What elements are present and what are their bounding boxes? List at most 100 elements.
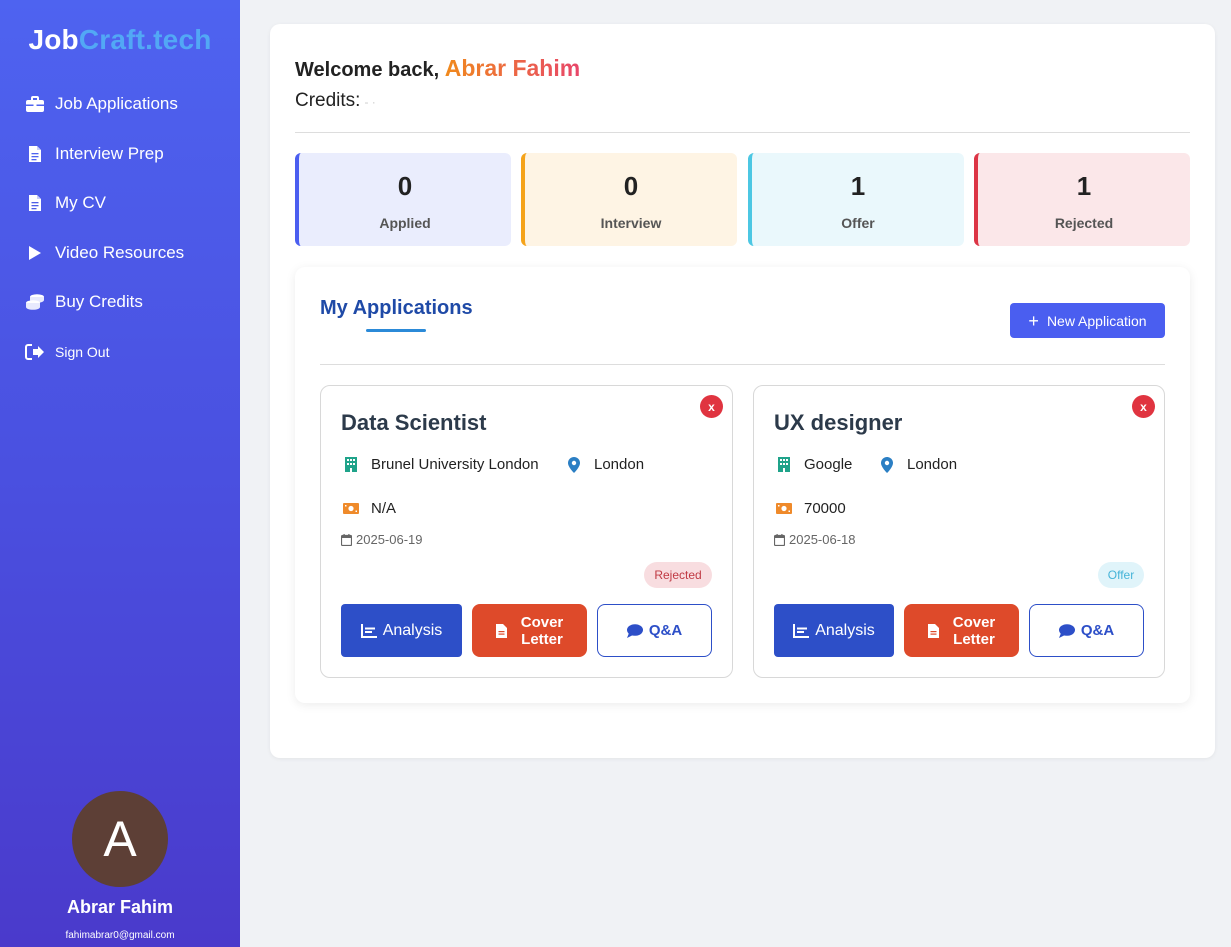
qa-button[interactable]: Q&A — [1029, 604, 1144, 657]
company-name: Brunel University London — [371, 456, 539, 473]
sidebar-item-buy-credits[interactable]: Buy Credits — [0, 288, 240, 316]
sidebar-item-job-applications[interactable]: Job Applications — [0, 90, 240, 118]
sidebar-item-sign-out[interactable]: Sign Out — [0, 338, 240, 366]
delete-job-button[interactable]: x — [1132, 395, 1155, 418]
applications-section: My Applications + New Application x Data… — [295, 267, 1190, 703]
stat-card-applied: 0 Applied — [295, 153, 511, 246]
location-pin-icon — [877, 456, 897, 473]
analysis-button[interactable]: Analysis — [774, 604, 894, 657]
user-email: fahimabrar0@gmail.com — [65, 930, 175, 941]
stat-value: 1 — [1076, 171, 1092, 201]
divider — [295, 132, 1190, 133]
analysis-button[interactable]: Analysis — [341, 604, 462, 657]
money-icon — [341, 503, 361, 514]
sidebar-nav: Job Applications Interview Prep My CV Vi… — [0, 90, 240, 388]
welcome-prefix: Welcome back, — [295, 59, 440, 81]
qa-label: Q&A — [648, 622, 683, 639]
cover-letter-line1: Cover — [520, 613, 564, 631]
stat-label: Rejected — [1054, 215, 1114, 231]
status-badge: Rejected — [644, 562, 712, 588]
calendar-icon — [774, 533, 785, 546]
credits-label: Credits: — [295, 90, 361, 111]
job-card: x UX designer Google London 70000 2025-0… — [753, 385, 1165, 678]
job-salary: 70000 — [774, 500, 846, 517]
job-company: Google — [774, 456, 852, 473]
status-badge: Offer — [1098, 562, 1144, 588]
stat-label: Applied — [379, 215, 431, 231]
credits-display: Credits: - · — [295, 90, 376, 112]
coins-icon — [24, 291, 46, 313]
salary-value: N/A — [371, 500, 397, 517]
new-application-button[interactable]: + New Application — [1010, 303, 1165, 338]
chart-icon — [360, 623, 377, 638]
stat-label: Offer — [841, 215, 875, 231]
stat-card-rejected: 1 Rejected — [974, 153, 1190, 246]
main-panel: Welcome back, Abrar Fahim Credits: - · 0 … — [270, 24, 1215, 758]
sidebar-item-label: Job Applications — [55, 94, 178, 113]
avatar[interactable]: A — [72, 791, 168, 887]
cover-letter-label: Cover Letter — [521, 614, 564, 648]
plus-icon: + — [1028, 310, 1039, 331]
job-salary: N/A — [341, 500, 396, 517]
building-icon — [774, 457, 794, 472]
user-name: Abrar Fahim — [66, 897, 174, 917]
money-icon — [774, 503, 794, 514]
job-date: 2025-06-19 — [341, 532, 423, 547]
job-location: London — [564, 456, 644, 473]
sidebar-item-interview-prep[interactable]: Interview Prep — [0, 140, 240, 168]
cover-letter-line1: Cover — [952, 613, 996, 631]
job-title: Data Scientist — [341, 410, 487, 435]
sidebar-item-my-cv[interactable]: My CV — [0, 189, 240, 217]
cover-letter-line2: Letter — [521, 630, 563, 648]
sidebar-item-label: Video Resources — [55, 242, 185, 262]
qa-button[interactable]: Q&A — [597, 604, 712, 657]
calendar-icon — [341, 533, 352, 546]
welcome-user-name: Abrar Fahim — [444, 55, 581, 81]
stat-value: 0 — [397, 171, 413, 201]
job-location: London — [877, 456, 957, 473]
chat-bubble-icon — [1058, 623, 1075, 638]
document-icon — [927, 623, 939, 638]
briefcase-icon — [24, 93, 46, 115]
qa-label: Q&A — [1080, 622, 1115, 639]
cover-letter-label: Cover Letter — [953, 614, 996, 648]
document-icon — [24, 192, 46, 214]
stat-card-interview: 0 Interview — [521, 153, 737, 246]
brand-logo[interactable]: JobCraft.tech — [0, 24, 240, 56]
document-icon — [24, 143, 46, 165]
sidebar-item-label: Interview Prep — [55, 143, 164, 163]
analysis-label: Analysis — [382, 621, 443, 639]
sidebar-item-label: Buy Credits — [55, 292, 143, 312]
sidebar-item-video-resources[interactable]: Video Resources — [0, 239, 240, 267]
location-pin-icon — [564, 456, 584, 473]
date-value: 2025-06-19 — [356, 532, 423, 547]
job-date: 2025-06-18 — [774, 532, 856, 547]
stat-card-offer: 1 Offer — [748, 153, 964, 246]
cover-letter-line2: Letter — [953, 630, 995, 648]
cover-letter-button[interactable]: Cover Letter — [472, 604, 587, 657]
brand-part-job: Job — [28, 24, 79, 55]
stat-label: Interview — [600, 215, 662, 231]
sidebar-item-label: My CV — [55, 193, 106, 213]
welcome-heading: Welcome back, Abrar Fahim — [295, 55, 580, 82]
divider — [320, 364, 1165, 365]
location-name: London — [907, 456, 958, 473]
applications-title: My Applications — [320, 297, 473, 319]
title-underline — [366, 329, 426, 332]
brand-part-craft: Craft.tech — [78, 24, 212, 55]
analysis-label: Analysis — [815, 621, 875, 639]
cover-letter-button[interactable]: Cover Letter — [904, 604, 1019, 657]
delete-job-button[interactable]: x — [700, 395, 723, 418]
salary-value: 70000 — [804, 500, 846, 517]
company-name: Google — [804, 456, 853, 473]
job-title: UX designer — [774, 410, 903, 435]
sign-out-icon — [24, 341, 46, 363]
sidebar-item-label: Sign Out — [55, 343, 110, 360]
chat-bubble-icon — [626, 623, 643, 638]
location-name: London — [594, 456, 645, 473]
document-icon — [495, 623, 507, 638]
new-application-label: New Application — [1046, 312, 1147, 329]
play-icon — [24, 242, 46, 264]
stat-value: 0 — [623, 171, 639, 201]
sidebar: JobCraft.tech Job Applications Interview… — [0, 0, 240, 947]
